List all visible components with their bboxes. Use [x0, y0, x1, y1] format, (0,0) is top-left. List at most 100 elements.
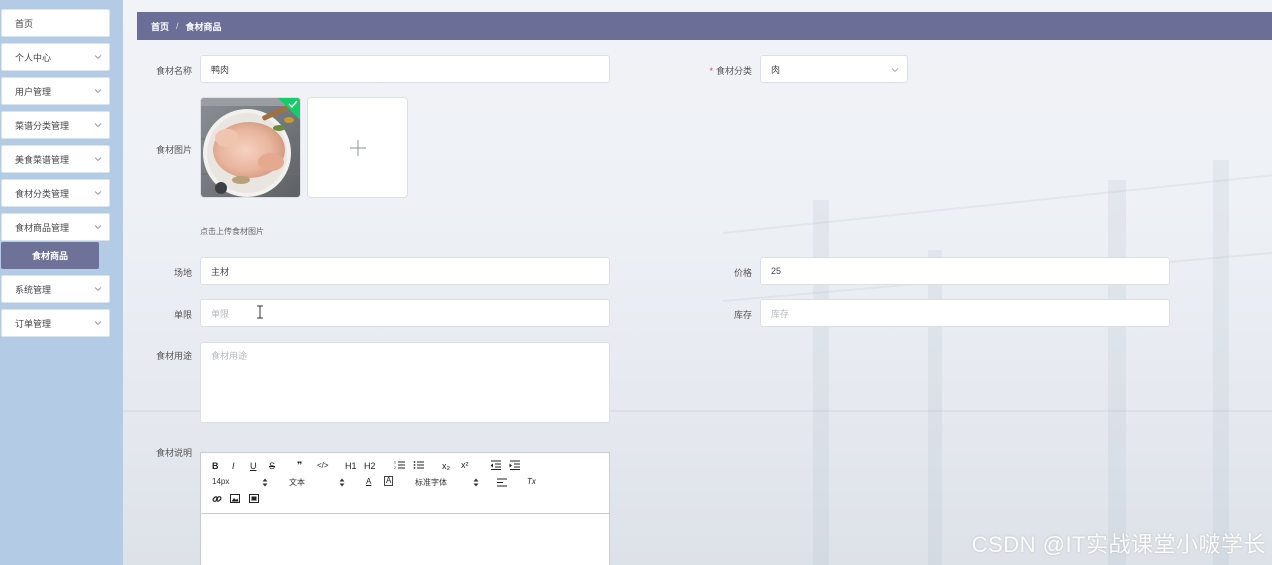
required-mark: *: [709, 66, 713, 76]
background-decoration: [1108, 180, 1126, 565]
text-type-select[interactable]: 文本: [289, 477, 347, 488]
main-content: 首页 / 食材商品 食材名称 鸭肉 * 食材分类 肉 食材图片 点击上传食材图片…: [123, 0, 1272, 565]
sidebar-item-ingredient-category[interactable]: 食材分类管理: [1, 179, 110, 207]
chevron-down-icon: [94, 55, 102, 60]
text-cursor-icon: [257, 305, 263, 319]
video-icon[interactable]: [249, 494, 259, 503]
add-image-button[interactable]: [307, 97, 408, 198]
text-type-value: 文本: [289, 478, 305, 487]
editor-content-area[interactable]: [201, 514, 609, 565]
align-left-icon[interactable]: [497, 478, 508, 487]
image-label: 食材图片: [155, 145, 192, 155]
sidebar-item-label: 用户管理: [15, 86, 52, 97]
link-icon[interactable]: [212, 494, 222, 504]
sidebar-item-label: 首页: [15, 18, 34, 29]
sidebar-item-user-management[interactable]: 用户管理: [1, 77, 110, 105]
chevron-down-icon: [94, 191, 102, 196]
sidebar-subitem-label: 食材商品: [31, 251, 68, 261]
select-arrows-icon: [339, 478, 345, 487]
font-size-select[interactable]: 14px: [212, 477, 270, 487]
chevron-down-icon: [94, 225, 102, 230]
usage-label: 食材用途: [155, 351, 192, 361]
sidebar-item-label: 食材分类管理: [15, 188, 70, 199]
check-icon: [278, 98, 300, 120]
chevron-down-icon: [94, 123, 102, 128]
font-family-value: 标准字体: [415, 478, 447, 487]
background-decoration: [813, 200, 829, 565]
blockquote-button[interactable]: ❞: [297, 460, 302, 471]
background-decoration: [928, 250, 942, 565]
sidebar-item-label: 个人中心: [15, 52, 52, 63]
chevron-down-icon: [94, 287, 102, 292]
sidebar-subitem-ingredient-goods[interactable]: 食材商品: [1, 242, 99, 269]
sidebar-item-label: 美食菜谱管理: [15, 154, 70, 165]
sidebar-item-label: 菜谱分类管理: [15, 120, 70, 131]
price-input[interactable]: 25: [760, 257, 1170, 285]
sidebar-item-personal-center[interactable]: 个人中心: [1, 43, 110, 71]
origin-label: 场地: [173, 268, 192, 278]
code-block-button[interactable]: </>: [317, 461, 329, 470]
font-color-button[interactable]: A: [366, 477, 371, 486]
origin-input[interactable]: 主材: [200, 257, 610, 285]
underline-button[interactable]: U: [250, 461, 257, 471]
svg-text:2: 2: [394, 466, 396, 470]
category-selected-value: 肉: [771, 64, 781, 75]
background-decoration: [1213, 160, 1229, 565]
sidebar-item-recipe-management[interactable]: 美食菜谱管理: [1, 145, 110, 173]
category-label-text: 食材分类: [715, 66, 752, 76]
sidebar-item-label: 订单管理: [15, 318, 52, 329]
heading1-button[interactable]: H1: [345, 461, 357, 471]
subscript-button[interactable]: x₂: [442, 461, 450, 471]
usage-textarea[interactable]: 食材用途: [200, 342, 610, 423]
editor-toolbar: B I U S ❞ </> H1 H2 12 x₂ x² 14px 文本 A A…: [201, 453, 609, 514]
breadcrumb-home[interactable]: 首页: [151, 20, 169, 33]
bold-button[interactable]: B: [212, 461, 219, 471]
uploaded-image-thumbnail[interactable]: [200, 97, 301, 198]
category-label: * 食材分类: [693, 64, 752, 77]
sidebar-item-label: 系统管理: [15, 284, 52, 295]
italic-button[interactable]: I: [232, 461, 235, 471]
upload-hint: 点击上传食材图片: [200, 227, 264, 236]
chevron-down-icon: [94, 89, 102, 94]
indent-icon[interactable]: [509, 460, 521, 470]
limit-label: 单限: [173, 310, 192, 320]
name-label: 食材名称: [155, 66, 192, 76]
chevron-down-icon: [94, 157, 102, 162]
breadcrumb: 首页 / 食材商品: [137, 12, 1272, 40]
chevron-down-icon: [94, 321, 102, 326]
ordered-list-icon[interactable]: 12: [394, 460, 406, 470]
sidebar-item-system-management[interactable]: 系统管理: [1, 275, 110, 303]
svg-text:1: 1: [394, 461, 396, 465]
sidebar-item-label: 食材商品管理: [15, 222, 70, 233]
sidebar-item-ingredient-goods[interactable]: 食材商品管理: [1, 213, 110, 241]
chevron-down-icon: [891, 68, 899, 73]
sidebar: 首页 个人中心 用户管理 菜谱分类管理 美食菜谱管理 食材分类管理 食材商品管理…: [0, 0, 123, 565]
select-arrows-icon: [473, 478, 479, 487]
sidebar-item-order-management[interactable]: 订单管理: [1, 309, 110, 337]
superscript-button[interactable]: x²: [461, 460, 469, 470]
watermark: CSDN @IT实战课堂小啵学长: [971, 532, 1266, 557]
breadcrumb-current: 食材商品: [185, 21, 222, 32]
plus-icon: [349, 139, 366, 156]
heading2-button[interactable]: H2: [364, 461, 376, 471]
name-input[interactable]: 鸭肉: [200, 55, 610, 83]
background-color-button[interactable]: A: [384, 476, 394, 486]
category-select[interactable]: 肉: [760, 55, 908, 83]
image-icon[interactable]: [230, 494, 240, 503]
strikethrough-button[interactable]: S: [269, 461, 275, 471]
rich-text-editor: B I U S ❞ </> H1 H2 12 x₂ x² 14px 文本 A A…: [200, 452, 610, 565]
font-family-select[interactable]: 标准字体: [415, 477, 481, 488]
select-arrows-icon: [262, 478, 268, 487]
sidebar-item-home[interactable]: 首页: [1, 9, 110, 37]
font-size-value: 14px: [212, 477, 230, 486]
description-label: 食材说明: [155, 448, 192, 458]
background-decoration: [722, 173, 1272, 234]
breadcrumb-separator: /: [176, 21, 179, 31]
stock-input[interactable]: 库存: [760, 299, 1170, 327]
sidebar-item-recipe-category[interactable]: 菜谱分类管理: [1, 111, 110, 139]
clear-format-button[interactable]: Tx: [527, 477, 536, 486]
stock-label: 库存: [733, 310, 752, 320]
price-label: 价格: [733, 268, 752, 278]
outdent-icon[interactable]: [490, 460, 502, 470]
bullet-list-icon[interactable]: [413, 460, 425, 470]
